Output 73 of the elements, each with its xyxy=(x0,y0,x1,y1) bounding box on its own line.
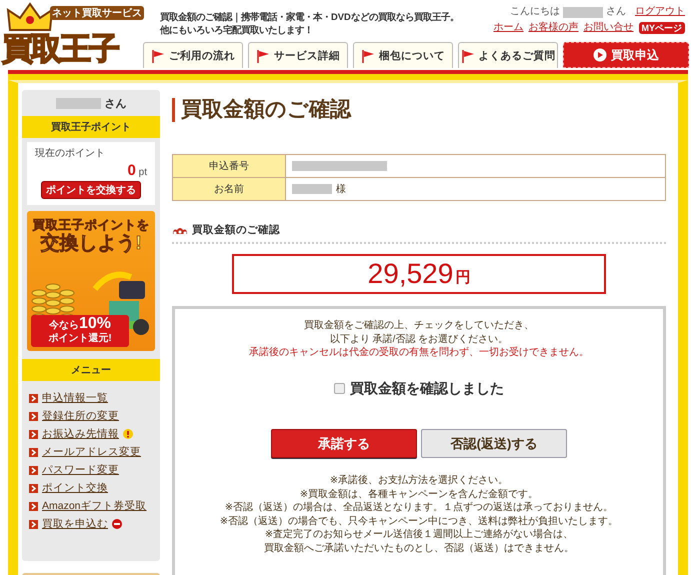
logo-tagline: ネット買取サービス xyxy=(50,6,144,20)
crown-icon xyxy=(6,2,54,32)
logout-link[interactable]: ログアウト xyxy=(635,5,685,19)
chevron-icon xyxy=(29,502,38,510)
promo-banner[interactable]: 買取王子ポイントを 交換しよう! 今なら10% ポイント還元! xyxy=(27,211,155,351)
banner-offer: 今なら10% ポイント還元! xyxy=(31,315,129,347)
currency-unit: 円 xyxy=(455,268,470,286)
chevron-icon xyxy=(29,466,38,474)
table-header-cell: お名前 xyxy=(172,178,286,200)
user-greeting: さん xyxy=(104,96,126,110)
nav-tab[interactable]: ご利用の流れ xyxy=(143,42,243,68)
crown-icon xyxy=(172,225,188,235)
greeting-text: こんにちは xyxy=(510,5,560,19)
checkbox[interactable] xyxy=(334,382,345,394)
chevron-icon xyxy=(29,448,38,456)
mypage-button[interactable]: MYページ xyxy=(638,22,685,34)
menu-link[interactable]: お振込み先情報 xyxy=(42,427,119,441)
nav-tab[interactable]: 梱包について xyxy=(353,42,453,68)
note-text: ※否認（返送）の場合でも、只今キャンペーン中につき、送料は弊社が負担いたします。 xyxy=(218,514,620,528)
points-value: 0 xyxy=(128,162,136,179)
menu-link[interactable]: メールアドレス変更 xyxy=(42,445,141,459)
points-heading: 買取王子ポイント xyxy=(22,116,160,138)
note-text: ※承諾後、お支払方法を選択ください。 xyxy=(328,474,510,488)
note-text: ※買取金額は、各種キャンペーンを含んだ金額です。 xyxy=(298,488,540,501)
site-description: 買取金額のご確認｜携帯電話・家電・本・DVDなどの買取なら買取王子。 xyxy=(160,10,459,23)
menu-link[interactable]: 買取を申込む xyxy=(42,517,108,531)
instruction-text: 買取金額をご確認の上、チェックをしていただき、 xyxy=(303,319,535,332)
chevron-icon xyxy=(29,394,38,402)
redacted-name xyxy=(563,6,603,18)
redacted-name xyxy=(56,98,100,108)
note-text: 買取金額へご承諾いただいたものとし、否認（返送）はできません。 xyxy=(263,542,575,555)
logo-text[interactable]: 買取王子 xyxy=(2,32,118,66)
play-icon xyxy=(593,48,607,62)
flag-icon xyxy=(256,48,270,62)
note-text: ※否認（返送）の場合は、全品返送となります。１点ずつの返送は承っておりません。 xyxy=(224,501,614,514)
banner-headline: 交換しよう! xyxy=(39,233,143,255)
redacted-value xyxy=(292,184,332,194)
note-text: ※査定完了のお知らせメール送信後１週間以上ご連絡がない場合は、 xyxy=(264,528,574,542)
accept-button[interactable]: 承諾する xyxy=(271,429,417,458)
chevron-icon xyxy=(29,484,38,492)
points-unit: pt xyxy=(138,167,147,178)
flag-icon xyxy=(151,48,165,62)
table-header-cell: 申込番号 xyxy=(172,154,286,178)
checkbox-label[interactable]: 買取金額を確認しました xyxy=(350,382,504,395)
decline-button[interactable]: 否認(返送)する xyxy=(421,429,567,458)
site-description: 他にもいろいろ宅配買取いたします！ xyxy=(160,23,314,36)
flag-icon xyxy=(460,48,474,62)
honorific-text: 様 xyxy=(336,184,346,195)
flag-icon xyxy=(361,48,375,62)
chevron-icon xyxy=(29,412,38,420)
warning-text: 承諾後のキャンセルは代金の受取の有無を問わず、一切お受けできません。 xyxy=(248,346,590,360)
instruction-text: 以下より 承諾/否認 をお選びください。 xyxy=(328,332,510,346)
menu-heading: メニュー xyxy=(22,359,160,381)
nav-tab[interactable]: よくあるご質問 xyxy=(458,42,558,68)
greeting-suffix: さん xyxy=(606,5,626,19)
header-link[interactable]: ホーム xyxy=(494,21,524,35)
points-label: 現在のポイント xyxy=(35,147,106,160)
menu-link[interactable]: パスワード変更 xyxy=(42,463,119,477)
header-link[interactable]: お客様の声 xyxy=(528,21,578,35)
menu-link[interactable]: 申込情報一覧 xyxy=(42,391,108,405)
apply-button[interactable]: 買取申込 xyxy=(563,42,689,68)
menu-link[interactable]: ポイント交換 xyxy=(42,481,108,495)
page-title: 買取金額のご確認 xyxy=(172,98,666,122)
banner-headline: 買取王子ポイントを xyxy=(32,217,150,232)
section-heading: 買取金額のご確認 xyxy=(192,223,280,237)
chevron-icon xyxy=(29,520,38,528)
chevron-icon xyxy=(29,430,38,438)
amount-value: 29,529 xyxy=(368,258,454,290)
header-link[interactable]: お問い合せ xyxy=(584,21,634,35)
exchange-points-button[interactable]: ポイントを交換する xyxy=(41,181,141,199)
menu-link[interactable]: Amazonギフト券受取 xyxy=(42,499,147,513)
menu-link[interactable]: 登録住所の変更 xyxy=(42,409,119,423)
nav-tab[interactable]: サービス詳細 xyxy=(248,42,348,68)
